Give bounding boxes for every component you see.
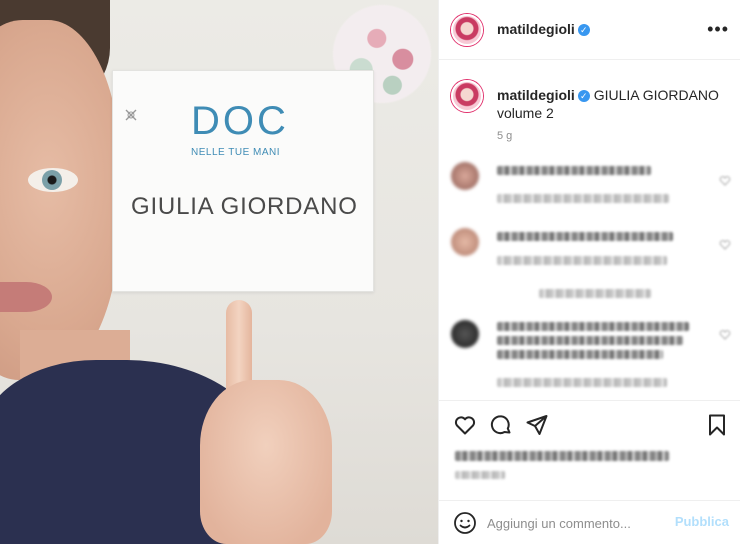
comment-meta-blurred	[497, 378, 667, 387]
caption: matildegioli ✓ GIULIA GIORDANO volume 2	[497, 86, 729, 122]
heart-icon[interactable]	[453, 413, 477, 437]
name-sign: DOC NELLE TUE MANI GIULIA GIORDANO	[112, 70, 374, 292]
post-panel: matildegioli ✓ ••• matildegioli ✓ GIULIA G…	[438, 0, 740, 544]
lips	[0, 282, 52, 312]
bookmark-icon[interactable]	[705, 413, 729, 437]
comment-meta-blurred	[497, 194, 669, 203]
comment-item	[451, 318, 731, 392]
comment-avatar[interactable]	[451, 320, 479, 348]
caption-avatar[interactable]	[451, 80, 483, 112]
character-name: GIULIA GIORDANO	[131, 193, 358, 220]
comment-like-icon[interactable]	[719, 174, 731, 186]
header-user: matildegioli ✓	[497, 21, 590, 39]
comment-avatar[interactable]	[451, 162, 479, 190]
more-horizontal-icon[interactable]: •••	[707, 20, 729, 38]
comment-text-blurred	[497, 350, 663, 359]
comment-like-icon[interactable]	[719, 238, 731, 250]
comment-avatar[interactable]	[451, 228, 479, 256]
share-icon[interactable]	[525, 413, 549, 437]
comment-text-blurred	[497, 166, 651, 175]
eye	[28, 168, 78, 192]
username[interactable]: matildegioli	[497, 21, 575, 37]
doc-logo: DOC	[191, 99, 289, 143]
post-header: matildegioli ✓ •••	[439, 0, 740, 60]
caption-username[interactable]: matildegioli	[497, 87, 575, 103]
publish-button[interactable]: Pubblica	[675, 514, 729, 529]
comment-meta-blurred	[497, 256, 667, 265]
caption-time: 5 g	[497, 130, 513, 142]
post-date-blurred	[455, 471, 505, 479]
comment-like-icon[interactable]	[719, 328, 731, 340]
post-photo[interactable]: DOC NELLE TUE MANI GIULIA GIORDANO	[0, 0, 438, 544]
likes-count-blurred[interactable]	[455, 451, 669, 461]
view-replies-link[interactable]	[539, 289, 651, 298]
add-comment-bar: Pubblica	[439, 500, 740, 544]
hand	[200, 380, 332, 544]
doc-tagline: NELLE TUE MANI	[191, 147, 281, 158]
verified-icon: ✓	[577, 24, 590, 36]
badge-icon	[125, 109, 137, 121]
comment-icon[interactable]	[489, 413, 513, 437]
comment-text-blurred	[497, 336, 683, 345]
verified-icon: ✓	[577, 90, 590, 102]
comment-item	[451, 160, 731, 206]
comment-text-blurred	[497, 322, 689, 331]
comment-text-blurred	[497, 232, 673, 241]
post-actions	[439, 400, 740, 500]
avatar[interactable]	[451, 14, 483, 46]
face	[0, 20, 120, 380]
comment-item	[451, 226, 731, 272]
comment-input[interactable]	[487, 513, 667, 533]
smile-icon[interactable]	[453, 511, 477, 535]
